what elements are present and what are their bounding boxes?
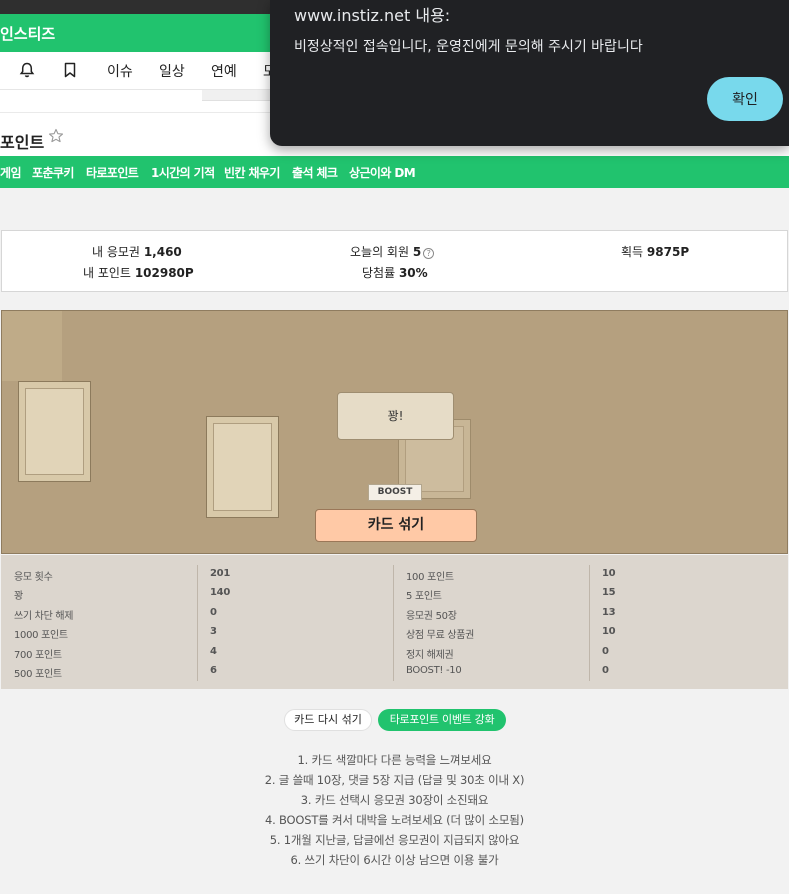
result-label: 정지 해제권 [406,650,454,661]
help-icon[interactable]: ? [423,248,435,259]
instruction-item: 4. BOOST를 켜서 대박을 노려보세요 (더 많이 소모됨) [265,813,524,827]
instruction-item: 1. 카드 색깔마다 다른 능력을 느껴보세요 [297,753,492,767]
result-label: 응모권 50장 [406,611,457,622]
tarot-event-button[interactable]: 타로포인트 이벤트 강화 [378,709,506,731]
instruction-item: 6. 쓰기 차단이 6시간 이상 남으면 이용 불가 [290,853,499,867]
result-value: 15 [602,587,616,598]
tab-game[interactable]: 게임 [0,164,21,181]
result-label: 700 포인트 [14,650,62,661]
result-label: 500 포인트 [14,669,62,680]
dialog-message: 비정상적인 접속입니다, 운영진에게 문의해 주시기 바랍니다 [294,39,643,55]
instruction-item: 5. 1개월 지난글, 답글에선 응모권이 지급되지 않아요 [269,833,520,847]
shuffle-cards-button[interactable]: 카드 섞기 [315,509,477,542]
bell-icon[interactable] [18,61,36,79]
column-divider [197,565,198,681]
card-board: 꽝! BOOST 카드 섞기 [1,310,788,554]
stat-winrate: 당첨률 30% [362,266,428,280]
tab-fortune-cookie[interactable]: 포춘쿠키 [32,164,74,181]
instruction-item: 3. 카드 선택시 응모권 30장이 소진돼요 [300,793,489,807]
column-divider [589,565,590,681]
alert-dialog: www.instiz.net 내용: 비정상적인 접속입니다, 운영진에게 문의… [270,0,789,146]
result-gwang: 꽝! [337,392,454,440]
result-label: 1000 포인트 [14,630,68,641]
stat-entries: 내 응모권 1,460 [92,245,182,259]
result-value: 201 [210,568,230,579]
nav-link-daily[interactable]: 일상 [159,61,185,81]
nav-link-issue[interactable]: 이슈 [107,61,133,81]
stats-panel: 내 응모권 1,460 내 포인트 102980P 오늘의 회원 5? 당첨률 … [1,230,788,292]
bookmark-icon[interactable] [61,61,79,79]
column-divider [393,565,394,681]
tab-fill-blank[interactable]: 빈칸 채우기 [224,164,280,181]
stat-points: 내 포인트 102980P [83,266,194,280]
result-label: 쓰기 차단 해제 [14,611,74,622]
result-label: 상점 무료 상품권 [406,630,475,641]
tab-dm[interactable]: 상근이와 DM [349,164,416,181]
reshuffle-button[interactable]: 카드 다시 섞기 [284,709,372,731]
stat-members: 오늘의 회원 5? [350,243,435,260]
result-value: 6 [210,665,217,676]
tab-one-hour-miracle[interactable]: 1시간의 기적 [151,164,215,181]
boost-toggle[interactable]: BOOST [368,484,422,501]
tarot-card[interactable] [206,416,279,518]
result-label: BOOST! -10 [406,665,462,676]
page-title: 포인트 [0,133,45,152]
result-label: 응모 횟수 [14,572,53,583]
dialog-title: www.instiz.net 내용: [294,6,451,25]
star-icon[interactable] [48,128,64,144]
point-tabs: 게임 포춘쿠키 타로포인트 1시간의 기적 빈칸 채우기 출석 체크 상근이와 … [0,156,789,188]
board-glow [2,311,62,381]
site-logo[interactable]: 인스티즈 [0,23,55,44]
result-value: 10 [602,568,616,579]
result-value: 0 [602,665,609,676]
stat-earned: 획득 9875P [621,245,690,259]
result-value: 0 [602,646,609,657]
result-value: 10 [602,626,616,637]
result-value: 3 [210,626,217,637]
dialog-ok-button[interactable]: 확인 [707,77,783,121]
instructions-list: 1. 카드 색깔마다 다른 능력을 느껴보세요 2. 글 쓸때 10장, 댓글 … [0,750,789,870]
result-value: 0 [210,607,217,618]
result-value: 140 [210,587,230,598]
nav-link-entertainment[interactable]: 연예 [211,61,237,81]
results-table: 응모 횟수 201 꽝 140 쓰기 차단 해제 0 1000 포인트 3 70… [1,555,788,689]
tab-attendance[interactable]: 출석 체크 [292,164,338,181]
result-value: 4 [210,646,217,657]
tarot-card[interactable] [18,381,91,482]
result-label: 꽝 [14,591,23,602]
result-value: 13 [602,607,616,618]
result-label: 5 포인트 [406,591,442,602]
tab-tarot-point[interactable]: 타로포인트 [86,164,139,181]
result-label: 100 포인트 [406,572,454,583]
instruction-item: 2. 글 쓸때 10장, 댓글 5장 지급 (답글 및 30초 이내 X) [264,773,525,787]
